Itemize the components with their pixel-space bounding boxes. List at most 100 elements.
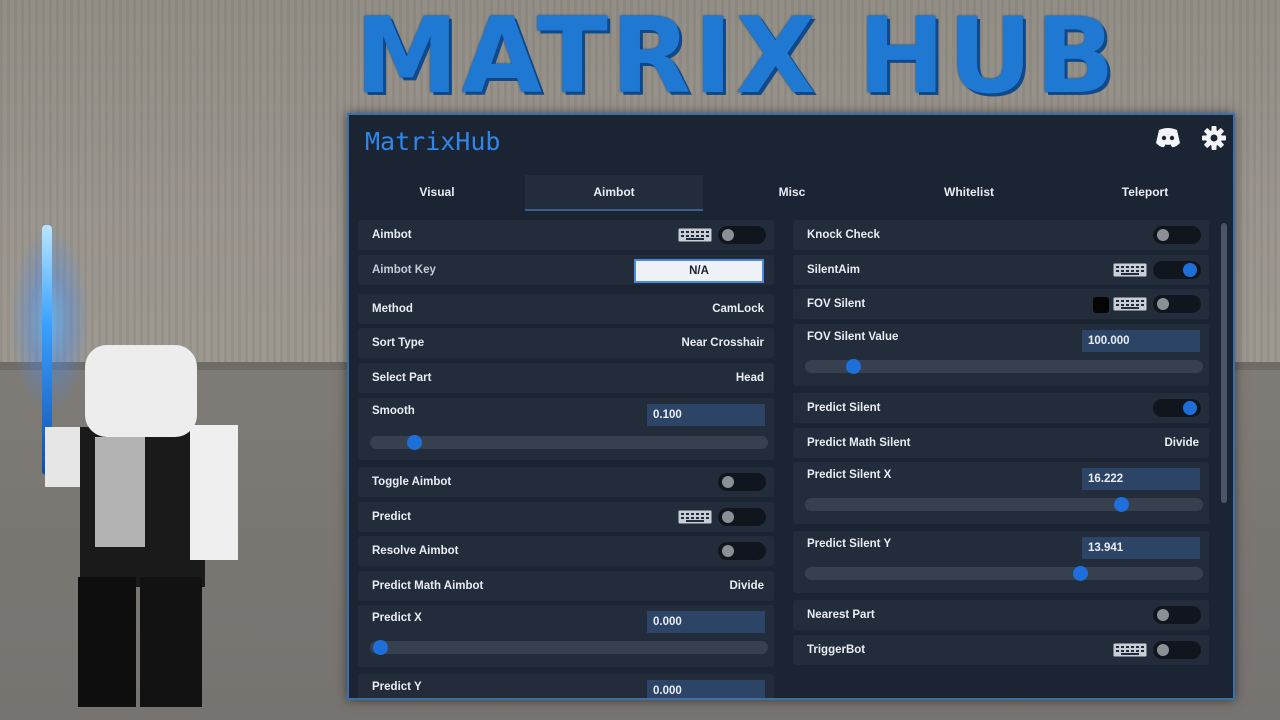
fov-silent-value-slider-thumb[interactable] bbox=[845, 359, 861, 374]
toggle-knob bbox=[722, 476, 734, 488]
avatar-character bbox=[0, 215, 260, 720]
trigger-bot-toggle[interactable] bbox=[1153, 641, 1201, 659]
fov-color-swatch[interactable] bbox=[1093, 297, 1109, 313]
smooth-slider[interactable] bbox=[370, 435, 768, 450]
avatar-arm-right bbox=[190, 425, 238, 560]
predict-toggle[interactable] bbox=[718, 508, 766, 526]
tab-aimbot[interactable]: Aimbot bbox=[525, 175, 703, 211]
keyboard-icon[interactable] bbox=[678, 510, 712, 524]
toggle-knob bbox=[1183, 263, 1197, 277]
knock-check-label: Knock Check bbox=[807, 229, 880, 241]
predict-label: Predict bbox=[372, 511, 411, 523]
scrollbar[interactable] bbox=[1221, 223, 1227, 503]
keyboard-icon[interactable] bbox=[1113, 263, 1147, 277]
resolve-aimbot-row: Resolve Aimbot bbox=[358, 536, 774, 566]
fov-silent-row: FOV Silent bbox=[793, 289, 1209, 319]
predict-math-aimbot-value: Divide bbox=[729, 580, 764, 592]
window-title: MatrixHub bbox=[365, 127, 501, 156]
gear-icon[interactable] bbox=[1199, 125, 1229, 151]
fov-silent-value-input[interactable]: 100.000 bbox=[1082, 330, 1200, 352]
method-label: Method bbox=[372, 303, 413, 315]
aimbot-key-label: Aimbot Key bbox=[372, 264, 436, 276]
trigger-bot-row: TriggerBot bbox=[793, 635, 1209, 665]
toggle-aimbot-row: Toggle Aimbot bbox=[358, 467, 774, 497]
tab-misc[interactable]: Misc bbox=[703, 175, 881, 211]
keyboard-icon[interactable] bbox=[678, 228, 712, 242]
predict-math-silent-label: Predict Math Silent bbox=[807, 437, 911, 449]
toggle-knob bbox=[1157, 609, 1169, 621]
aimbot-key-row: Aimbot Key N/A bbox=[358, 255, 774, 285]
predict-silent-y-slider[interactable] bbox=[805, 566, 1203, 581]
aimbot-label: Aimbot bbox=[372, 229, 412, 241]
avatar-arm-left bbox=[45, 427, 85, 487]
knock-check-toggle[interactable] bbox=[1153, 226, 1201, 244]
predict-silent-y-label: Predict Silent Y bbox=[807, 538, 892, 550]
keyboard-icon[interactable] bbox=[1113, 643, 1147, 657]
nearest-part-toggle[interactable] bbox=[1153, 606, 1201, 624]
nearest-part-label: Nearest Part bbox=[807, 609, 875, 621]
resolve-aimbot-label: Resolve Aimbot bbox=[372, 545, 459, 557]
toggle-knob bbox=[1183, 401, 1197, 415]
silent-aim-toggle[interactable] bbox=[1153, 261, 1201, 279]
smooth-input[interactable]: 0.100 bbox=[647, 404, 765, 426]
fov-silent-toggle[interactable] bbox=[1153, 295, 1201, 313]
predict-silent-toggle[interactable] bbox=[1153, 399, 1201, 417]
sort-type-row[interactable]: Sort Type Near Crosshair bbox=[358, 328, 774, 358]
predict-silent-row: Predict Silent bbox=[793, 393, 1209, 423]
trigger-bot-label: TriggerBot bbox=[807, 644, 866, 656]
fov-silent-label: FOV Silent bbox=[807, 298, 866, 310]
tab-visual[interactable]: Visual bbox=[349, 175, 525, 211]
predict-x-slider[interactable] bbox=[370, 640, 768, 655]
select-part-value: Head bbox=[735, 372, 764, 384]
fov-silent-value-slider[interactable] bbox=[805, 359, 1203, 374]
aimbot-toggle[interactable] bbox=[718, 226, 766, 244]
predict-x-slider-thumb[interactable] bbox=[373, 640, 388, 655]
knock-check-row: Knock Check bbox=[793, 220, 1209, 250]
keyboard-icon[interactable] bbox=[1113, 297, 1147, 311]
toggle-aimbot-label: Toggle Aimbot bbox=[372, 476, 452, 488]
avatar-head bbox=[85, 345, 197, 437]
silent-aim-label: SilentAim bbox=[807, 264, 861, 276]
smooth-label: Smooth bbox=[372, 405, 415, 417]
avatar-leg-right bbox=[140, 577, 202, 707]
method-value: CamLock bbox=[712, 303, 764, 315]
predict-math-aimbot-label: Predict Math Aimbot bbox=[372, 580, 484, 592]
toggle-knob bbox=[1157, 298, 1169, 310]
aimbot-key-button[interactable]: N/A bbox=[634, 259, 764, 283]
predict-silent-y-slider-thumb[interactable] bbox=[1072, 566, 1088, 581]
resolve-aimbot-toggle[interactable] bbox=[718, 542, 766, 560]
discord-icon[interactable] bbox=[1153, 125, 1183, 151]
tab-whitelist[interactable]: Whitelist bbox=[881, 175, 1057, 211]
predict-y-row: Predict Y 0.000 bbox=[358, 674, 774, 698]
aimbot-row: Aimbot bbox=[358, 220, 774, 250]
predict-x-label: Predict X bbox=[372, 612, 422, 624]
predict-math-silent-row[interactable]: Predict Math Silent Divide bbox=[793, 428, 1209, 458]
toggle-knob bbox=[722, 511, 734, 523]
predict-silent-y-input[interactable]: 13.941 bbox=[1082, 537, 1200, 559]
predict-math-aimbot-row[interactable]: Predict Math Aimbot Divide bbox=[358, 571, 774, 601]
predict-silent-x-label: Predict Silent X bbox=[807, 469, 892, 481]
smooth-slider-thumb[interactable] bbox=[407, 435, 423, 450]
avatar-leg-left bbox=[78, 577, 136, 707]
predict-silent-x-input[interactable]: 16.222 bbox=[1082, 468, 1200, 490]
toggle-aimbot-toggle[interactable] bbox=[718, 473, 766, 491]
select-part-row[interactable]: Select Part Head bbox=[358, 363, 774, 393]
nearest-part-row: Nearest Part bbox=[793, 600, 1209, 630]
predict-x-input[interactable]: 0.000 bbox=[647, 611, 765, 633]
fov-silent-value-label: FOV Silent Value bbox=[807, 331, 899, 343]
predict-silent-x-row: Predict Silent X 16.222 bbox=[793, 462, 1209, 524]
tab-bar: Visual Aimbot Misc Whitelist Teleport bbox=[349, 175, 1233, 211]
method-row[interactable]: Method CamLock bbox=[358, 294, 774, 324]
tab-teleport[interactable]: Teleport bbox=[1057, 175, 1233, 211]
predict-y-input[interactable]: 0.000 bbox=[647, 680, 765, 698]
hub-window: MatrixHub Visual Aimbot Misc Whitelist T… bbox=[347, 113, 1235, 700]
predict-silent-label: Predict Silent bbox=[807, 402, 881, 414]
banner-title: MATRIX HUB bbox=[355, 0, 1118, 117]
silent-aim-row: SilentAim bbox=[793, 255, 1209, 285]
select-part-label: Select Part bbox=[372, 372, 432, 384]
toggle-knob bbox=[722, 545, 734, 557]
toggle-knob bbox=[1157, 229, 1169, 241]
predict-silent-x-slider-thumb[interactable] bbox=[1114, 497, 1130, 512]
predict-x-row: Predict X 0.000 bbox=[358, 605, 774, 667]
predict-silent-x-slider[interactable] bbox=[805, 497, 1203, 512]
